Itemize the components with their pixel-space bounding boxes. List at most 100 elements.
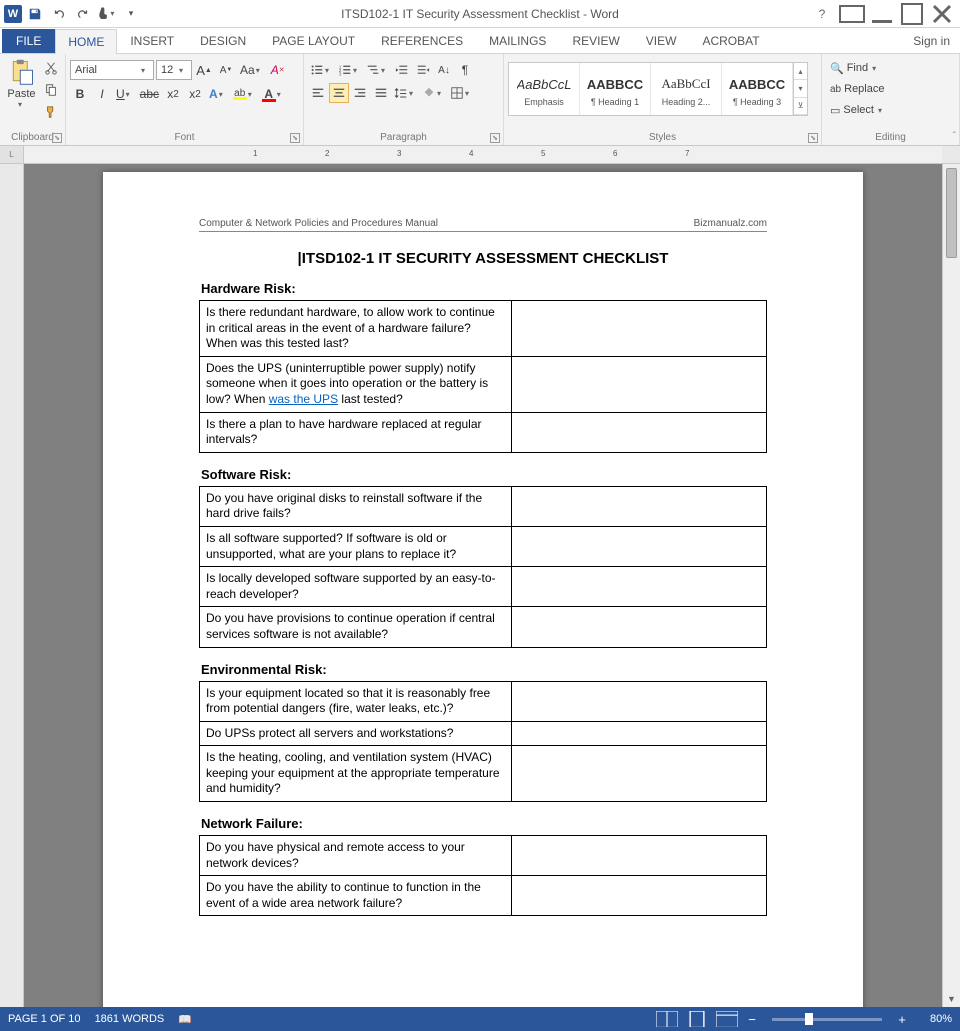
line-spacing-icon[interactable]: ▾: [392, 83, 419, 103]
sort-icon[interactable]: A↓: [434, 60, 454, 80]
shading-icon[interactable]: ▾: [420, 83, 447, 103]
font-size-combo[interactable]: 12▾: [156, 60, 192, 80]
style-scroll-btn[interactable]: ▴: [794, 63, 807, 80]
style-scroll-btn[interactable]: ▾: [794, 80, 807, 97]
select-button[interactable]: ▭Select▾: [826, 100, 890, 120]
bold-button[interactable]: B: [70, 84, 90, 104]
table-row: Is there redundant hardware, to allow wo…: [200, 301, 767, 357]
underline-button[interactable]: U▾: [114, 84, 136, 104]
styles-launcher-icon[interactable]: ⬊: [808, 133, 818, 143]
italic-button[interactable]: I: [92, 84, 112, 104]
minimize-icon[interactable]: [868, 3, 896, 25]
align-left-icon[interactable]: [308, 83, 328, 103]
increase-indent-icon[interactable]: [413, 60, 433, 80]
sign-in-link[interactable]: Sign in: [903, 29, 960, 53]
align-right-icon[interactable]: [350, 83, 370, 103]
help-icon[interactable]: ?: [808, 3, 836, 25]
save-icon[interactable]: [24, 3, 46, 25]
clear-format-icon[interactable]: A✕: [268, 60, 288, 80]
zoom-thumb[interactable]: [805, 1013, 813, 1025]
group-clipboard: Paste ▾ Clipboard ⬊: [0, 54, 66, 145]
bullets-icon[interactable]: ▾: [308, 60, 335, 80]
vertical-scrollbar[interactable]: ▲ ▼: [942, 164, 960, 1007]
style-heading-2-[interactable]: AaBbCcIHeading 2...: [651, 63, 722, 115]
find-button[interactable]: 🔍Find▾: [826, 58, 890, 78]
find-icon: 🔍: [830, 62, 844, 75]
zoom-level[interactable]: 80%: [916, 1013, 952, 1025]
touch-mode-icon[interactable]: ▾: [96, 3, 118, 25]
horizontal-ruler[interactable]: L: [0, 146, 960, 164]
vertical-ruler[interactable]: [0, 164, 24, 1007]
read-mode-icon[interactable]: [656, 1010, 678, 1028]
text-effects-icon[interactable]: A▾: [207, 84, 229, 104]
borders-icon[interactable]: ▾: [448, 83, 475, 103]
word-count[interactable]: 1861 WORDS: [95, 1013, 165, 1026]
spellcheck-icon[interactable]: 📖: [178, 1013, 192, 1026]
collapse-ribbon-icon[interactable]: ˆ: [953, 131, 956, 142]
copy-icon[interactable]: [41, 80, 61, 100]
paste-button[interactable]: Paste ▾: [4, 56, 39, 109]
tab-references[interactable]: REFERENCES: [368, 28, 476, 53]
tab-mailings[interactable]: MAILINGS: [476, 28, 559, 53]
justify-icon[interactable]: [371, 83, 391, 103]
tab-page-layout[interactable]: PAGE LAYOUT: [259, 28, 368, 53]
align-center-icon[interactable]: [329, 83, 349, 103]
replace-button[interactable]: abReplace: [826, 79, 890, 99]
numbering-icon[interactable]: 123▾: [336, 60, 363, 80]
format-painter-icon[interactable]: [41, 102, 61, 122]
cut-icon[interactable]: [41, 58, 61, 78]
zoom-in-button[interactable]: +: [896, 1012, 908, 1027]
multilevel-icon[interactable]: ▾: [364, 60, 391, 80]
title-bar: W ▾ ▾ ITSD102-1 IT Security Assessment C…: [0, 0, 960, 28]
tab-design[interactable]: DESIGN: [187, 28, 259, 53]
style-emphasis[interactable]: AaBbCcLEmphasis: [509, 63, 580, 115]
document-area[interactable]: Computer & Network Policies and Procedur…: [24, 164, 942, 1007]
tab-file[interactable]: FILE: [2, 29, 55, 53]
table-row: Do you have the ability to continue to f…: [200, 876, 767, 916]
style-scroll-btn[interactable]: ⊻: [794, 98, 807, 115]
checklist-table: Is your equipment located so that it is …: [199, 681, 767, 803]
qat-customize-icon[interactable]: ▾: [120, 3, 142, 25]
tab-view[interactable]: VIEW: [633, 28, 690, 53]
font-name-combo[interactable]: Arial▾: [70, 60, 154, 80]
doc-header: Computer & Network Policies and Procedur…: [199, 218, 767, 232]
group-paragraph: ▾ 123▾ ▾ A↓ ¶ ▾ ▾ ▾ P: [304, 54, 504, 145]
close-icon[interactable]: [928, 3, 956, 25]
print-layout-icon[interactable]: [686, 1010, 708, 1028]
tab-home[interactable]: HOME: [55, 29, 117, 54]
maximize-icon[interactable]: [898, 3, 926, 25]
clipboard-launcher-icon[interactable]: ⬊: [52, 133, 62, 143]
scroll-thumb[interactable]: [946, 168, 957, 258]
undo-icon[interactable]: [48, 3, 70, 25]
redo-icon[interactable]: [72, 3, 94, 25]
superscript-button[interactable]: x2: [185, 84, 205, 104]
shrink-font-icon[interactable]: A▼: [216, 60, 236, 80]
scroll-down-icon[interactable]: ▼: [943, 991, 960, 1007]
font-color-icon[interactable]: A▾: [260, 84, 287, 104]
paragraph-launcher-icon[interactable]: ⬊: [490, 133, 500, 143]
strikethrough-button[interactable]: abc: [138, 84, 161, 104]
change-case-icon[interactable]: Aa▾: [238, 60, 266, 80]
zoom-slider[interactable]: [772, 1018, 882, 1021]
show-marks-icon[interactable]: ¶: [455, 60, 475, 80]
web-layout-icon[interactable]: [716, 1010, 738, 1028]
tab-insert[interactable]: INSERT: [117, 28, 187, 53]
font-launcher-icon[interactable]: ⬊: [290, 133, 300, 143]
section-heading: Software Risk:: [201, 467, 767, 482]
style--heading-3[interactable]: AABBCC¶ Heading 3: [722, 63, 793, 115]
highlight-icon[interactable]: ab▾: [231, 84, 258, 104]
subscript-button[interactable]: x2: [163, 84, 183, 104]
word-app-icon: W: [4, 5, 22, 23]
page-indicator[interactable]: PAGE 1 OF 10: [8, 1013, 81, 1026]
styles-gallery[interactable]: AaBbCcLEmphasisAABBCC¶ Heading 1AaBbCcIH…: [508, 62, 808, 116]
table-row: Is the heating, cooling, and ventilation…: [200, 746, 767, 802]
table-row: Is your equipment located so that it is …: [200, 681, 767, 721]
tab-acrobat[interactable]: ACROBAT: [689, 28, 772, 53]
decrease-indent-icon[interactable]: [392, 60, 412, 80]
tab-review[interactable]: REVIEW: [559, 28, 632, 53]
grow-font-icon[interactable]: A▲: [194, 60, 214, 80]
style--heading-1[interactable]: AABBCC¶ Heading 1: [580, 63, 651, 115]
status-bar: PAGE 1 OF 10 1861 WORDS 📖 − + 80%: [0, 1007, 960, 1031]
zoom-out-button[interactable]: −: [746, 1012, 758, 1027]
ribbon-display-icon[interactable]: [838, 3, 866, 25]
